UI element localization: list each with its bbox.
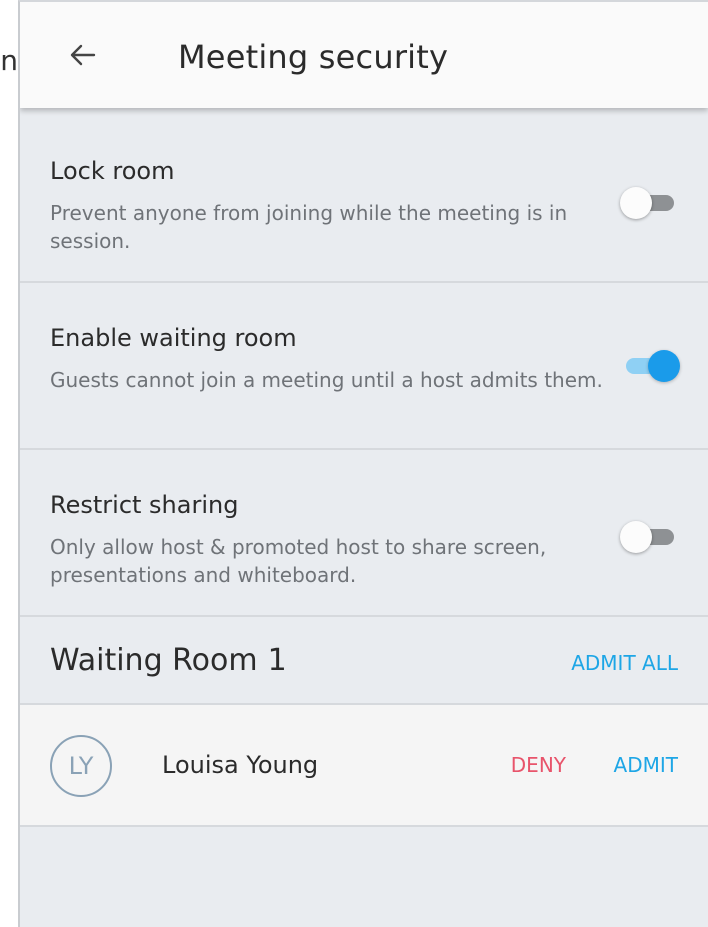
setting-description: Guests cannot join a meeting until a hos…	[50, 368, 603, 392]
meeting-security-screen: Meeting security Lock room Prevent anyon…	[18, 0, 708, 927]
toggle-knob	[620, 187, 652, 219]
list-item: LY Louisa Young DENY ADMIT	[20, 705, 708, 827]
toggle-knob	[620, 521, 652, 553]
arrow-left-icon	[70, 43, 96, 71]
guest-name: Louisa Young	[162, 751, 319, 779]
admit-all-button[interactable]: ADMIT ALL	[571, 651, 678, 675]
waiting-room-header: Waiting Room 1 ADMIT ALL	[20, 619, 708, 705]
waiting-room-title: Waiting Room 1	[50, 643, 287, 678]
setting-title: Restrict sharing	[50, 491, 239, 519]
waiting-room-toggle[interactable]	[620, 346, 680, 386]
page-title: Meeting security	[178, 38, 449, 76]
lock-room-toggle[interactable]	[620, 183, 680, 223]
setting-waiting-room: Enable waiting room Guests cannot join a…	[20, 284, 708, 450]
setting-description: Prevent anyone from joining while the me…	[50, 201, 568, 253]
setting-title: Enable waiting room	[50, 324, 297, 352]
waiting-room-label: Waiting Room	[50, 643, 258, 678]
setting-restrict-sharing: Restrict sharing Only allow host & promo…	[20, 451, 708, 617]
deny-button[interactable]: DENY	[511, 753, 566, 777]
avatar-initials: LY	[68, 752, 94, 780]
clipped-background-text: n	[0, 44, 18, 77]
app-bar: Meeting security	[20, 2, 708, 108]
avatar: LY	[50, 735, 112, 797]
waiting-room-count: 1	[267, 643, 287, 678]
toggle-knob	[648, 350, 680, 382]
restrict-sharing-toggle[interactable]	[620, 517, 680, 557]
setting-title: Lock room	[50, 157, 175, 185]
setting-description: Only allow host & promoted host to share…	[50, 535, 547, 587]
admit-button[interactable]: ADMIT	[614, 753, 678, 777]
setting-lock-room: Lock room Prevent anyone from joining wh…	[20, 117, 708, 283]
back-button[interactable]	[58, 32, 108, 82]
